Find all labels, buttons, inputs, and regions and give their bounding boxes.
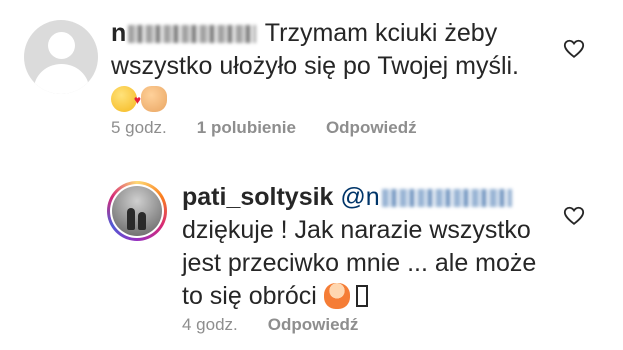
comment-time[interactable]: 5 godz. (111, 118, 167, 137)
kiss-emoji-icon (111, 84, 141, 117)
comment-meta: 4 godz. Odpowiedź (182, 315, 388, 335)
person-emoji-icon (323, 283, 350, 309)
avatar-body-shape (34, 64, 89, 94)
avatar-figure (138, 212, 146, 230)
blurred-mention-part (381, 189, 512, 208)
comment-item: pati_soltysik @n dziękuje ! Jak narazie … (0, 170, 623, 350)
reply-button[interactable]: Odpowiedź (326, 118, 417, 137)
blurred-username-part (128, 25, 257, 44)
comment-item: n Trzymam kciuki żeby wszystko ułożyło s… (0, 0, 623, 170)
comment-meta: 5 godz. 1 polubienie Odpowiedź (111, 118, 447, 138)
reply-button[interactable]: Odpowiedź (268, 315, 359, 334)
missing-glyph-icon (355, 285, 368, 307)
comment-username[interactable]: pati_soltysik (182, 183, 333, 211)
avatar[interactable] (24, 20, 98, 94)
fist-emoji-icon (141, 86, 167, 112)
comment-text-block: n Trzymam kciuki żeby wszystko ułożyło s… (111, 17, 551, 117)
heart-icon[interactable] (563, 38, 585, 60)
mention-link[interactable]: @n (340, 183, 513, 211)
avatar-head-shape (48, 32, 75, 59)
comment-username[interactable]: n (111, 19, 126, 47)
avatar-ring-gap (110, 184, 164, 238)
story-avatar[interactable] (107, 181, 167, 241)
comment-time[interactable]: 4 godz. (182, 315, 238, 334)
avatar-photo (112, 186, 162, 236)
heart-icon[interactable] (563, 205, 585, 227)
comment-text-block: pati_soltysik @n dziękuje ! Jak narazie … (182, 181, 562, 313)
avatar-figure (127, 208, 135, 230)
comment-likes[interactable]: 1 polubienie (197, 118, 296, 137)
